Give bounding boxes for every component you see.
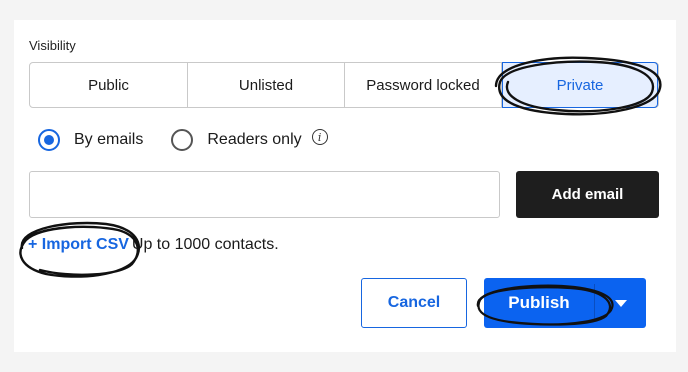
audience-radio-group: By emails Readers only i (38, 127, 328, 153)
publish-options-dropdown[interactable] (595, 278, 646, 328)
radio-label: Readers only (207, 131, 302, 148)
visibility-option-password-locked[interactable]: Password locked (345, 63, 502, 107)
email-input[interactable] (29, 171, 500, 218)
radio-unselected-icon (171, 129, 194, 151)
radio-selected-icon (38, 129, 60, 151)
publish-split-button: Publish (484, 278, 646, 328)
publish-button[interactable]: Publish (484, 278, 594, 328)
radio-readers-only[interactable]: Readers only (171, 129, 302, 151)
radio-label: By emails (74, 131, 144, 148)
caret-down-icon (614, 299, 627, 307)
cancel-button[interactable]: Cancel (361, 278, 467, 328)
info-icon[interactable]: i (311, 129, 328, 145)
import-row: + Import CSV Up to 1000 contacts. (28, 236, 279, 254)
visibility-segmented-control: Public Unlisted Password locked Private (29, 62, 659, 108)
import-hint: Up to 1000 contacts. (131, 236, 279, 253)
add-email-button[interactable]: Add email (516, 171, 659, 218)
visibility-option-private[interactable]: Private (502, 62, 658, 108)
visibility-option-public[interactable]: Public (30, 63, 188, 107)
visibility-label: Visibility (29, 38, 76, 53)
visibility-option-unlisted[interactable]: Unlisted (188, 63, 345, 107)
radio-by-emails[interactable]: By emails (38, 129, 143, 151)
import-csv-link[interactable]: + Import CSV (28, 236, 129, 254)
